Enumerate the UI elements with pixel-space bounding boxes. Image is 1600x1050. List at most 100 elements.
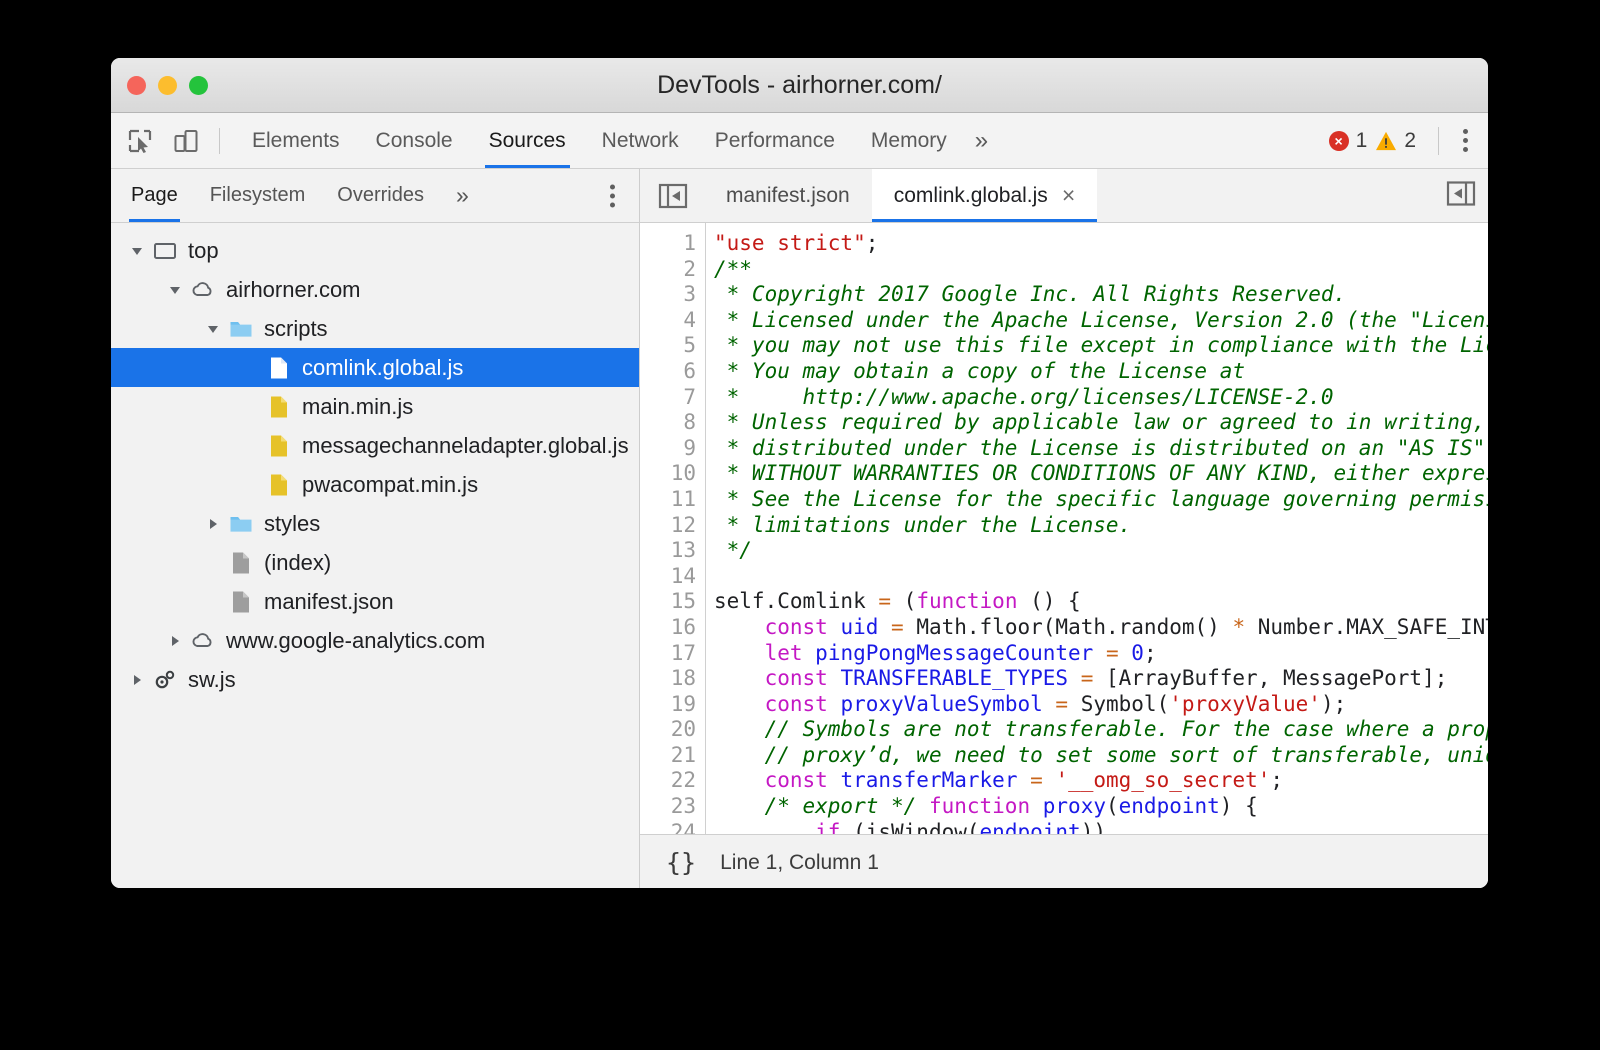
code-line[interactable]: */ bbox=[714, 538, 1488, 564]
line-number: 8 bbox=[640, 410, 696, 436]
code-token: Math.floor(Math.random() bbox=[904, 615, 1233, 639]
code-line[interactable]: * distributed under the License is distr… bbox=[714, 436, 1488, 462]
navigator-kebab-menu-icon[interactable] bbox=[600, 178, 625, 213]
tree-item-styles[interactable]: styles bbox=[111, 504, 639, 543]
warning-count: 2 bbox=[1404, 129, 1416, 153]
code-line[interactable]: const uid = Math.floor(Math.random() * N… bbox=[714, 615, 1488, 641]
code-token: * http://www.apache.org/licenses/LICENSE… bbox=[714, 385, 1334, 409]
pretty-print-icon[interactable]: {} bbox=[666, 848, 696, 877]
code-token: = bbox=[1055, 692, 1068, 716]
tree-item-www-google-analytics-com[interactable]: www.google-analytics.com bbox=[111, 621, 639, 660]
code-line[interactable]: * You may obtain a copy of the License a… bbox=[714, 359, 1488, 385]
tab-network[interactable]: Network bbox=[584, 113, 697, 168]
code-token: '__omg_so_secret' bbox=[1055, 768, 1270, 792]
code-token bbox=[1093, 641, 1106, 665]
kebab-menu-icon[interactable] bbox=[1453, 123, 1478, 158]
tab-console[interactable]: Console bbox=[358, 113, 471, 168]
code-line[interactable]: * Unless required by applicable law or a… bbox=[714, 410, 1488, 436]
warning-icon bbox=[1375, 131, 1397, 151]
code-line[interactable]: self.Comlink = (function () { bbox=[714, 589, 1488, 615]
code-line[interactable]: * http://www.apache.org/licenses/LICENSE… bbox=[714, 385, 1488, 411]
code-token bbox=[1119, 641, 1132, 665]
expand-sidebar-icon[interactable] bbox=[1446, 180, 1476, 211]
code-token: /* export */ bbox=[765, 794, 917, 818]
code-line[interactable]: * Licensed under the Apache License, Ver… bbox=[714, 308, 1488, 334]
nav-tab-filesystem[interactable]: Filesystem bbox=[194, 169, 322, 222]
chevron-right-icon[interactable] bbox=[203, 517, 223, 531]
tab-performance[interactable]: Performance bbox=[697, 113, 853, 168]
tab-elements[interactable]: Elements bbox=[234, 113, 358, 168]
tree-item-comlink-global-js[interactable]: comlink.global.js bbox=[111, 348, 639, 387]
file-tree[interactable]: topairhorner.comscriptscomlink.global.js… bbox=[111, 223, 639, 888]
file-white-icon bbox=[265, 355, 293, 381]
tree-item-label: main.min.js bbox=[302, 394, 413, 420]
code-line[interactable]: /** bbox=[714, 257, 1488, 283]
close-tab-icon[interactable]: × bbox=[1062, 182, 1075, 209]
code-line[interactable]: let pingPongMessageCounter = 0; bbox=[714, 641, 1488, 667]
tree-item-scripts[interactable]: scripts bbox=[111, 309, 639, 348]
code-line[interactable]: "use strict"; bbox=[714, 231, 1488, 257]
tree-item-sw-js[interactable]: sw.js bbox=[111, 660, 639, 699]
twisty-placeholder bbox=[241, 400, 261, 414]
code-line[interactable]: * See the License for the specific langu… bbox=[714, 487, 1488, 513]
tree-item-main-min-js[interactable]: main.min.js bbox=[111, 387, 639, 426]
code-line[interactable]: * WITHOUT WARRANTIES OR CONDITIONS OF AN… bbox=[714, 461, 1488, 487]
code-line[interactable]: const transferMarker = '__omg_so_secret'… bbox=[714, 768, 1488, 794]
tree-item-index[interactable]: (index) bbox=[111, 543, 639, 582]
line-number: 9 bbox=[640, 436, 696, 462]
source-code-text[interactable]: "use strict";/** * Copyright 2017 Google… bbox=[706, 223, 1488, 834]
cursor-position-label: Line 1, Column 1 bbox=[720, 851, 879, 875]
tree-item-manifest-json[interactable]: manifest.json bbox=[111, 582, 639, 621]
warning-counter[interactable]: 2 bbox=[1375, 129, 1416, 153]
chevron-down-icon[interactable] bbox=[203, 322, 223, 336]
tab-memory[interactable]: Memory bbox=[853, 113, 965, 168]
line-number: 20 bbox=[640, 717, 696, 743]
nav-tab-overrides[interactable]: Overrides bbox=[321, 169, 440, 222]
device-toggle-icon[interactable] bbox=[169, 124, 203, 158]
code-line[interactable]: * you may not use this file except in co… bbox=[714, 333, 1488, 359]
tab-sources[interactable]: Sources bbox=[471, 113, 584, 168]
inspect-cursor-icon[interactable] bbox=[123, 124, 157, 158]
editor-tab-comlink-global-js[interactable]: comlink.global.js × bbox=[872, 169, 1098, 222]
code-token: ); bbox=[1321, 692, 1346, 716]
line-number: 13 bbox=[640, 538, 696, 564]
more-panels-chevron-icon[interactable]: » bbox=[965, 113, 998, 168]
line-number: 4 bbox=[640, 308, 696, 334]
chevron-right-icon[interactable] bbox=[127, 673, 147, 687]
tree-item-airhorner-com[interactable]: airhorner.com bbox=[111, 270, 639, 309]
line-number: 12 bbox=[640, 513, 696, 539]
source-code-viewer[interactable]: 123456789101112131415161718192021222324 … bbox=[640, 223, 1488, 834]
code-line[interactable]: if (isWindow(endpoint)) bbox=[714, 820, 1488, 834]
code-token: Number.MAX_SAFE_INTEGER); bbox=[1245, 615, 1488, 639]
code-line[interactable]: // proxy’d, we need to set some sort of … bbox=[714, 743, 1488, 769]
line-number: 11 bbox=[640, 487, 696, 513]
chevron-down-icon[interactable] bbox=[165, 283, 185, 297]
tree-item-pwacompat-min-js[interactable]: pwacompat.min.js bbox=[111, 465, 639, 504]
code-line[interactable]: const TRANSFERABLE_TYPES = [ArrayBuffer,… bbox=[714, 666, 1488, 692]
twisty-placeholder bbox=[241, 361, 261, 375]
code-line[interactable]: /* export */ function proxy(endpoint) { bbox=[714, 794, 1488, 820]
error-icon: × bbox=[1329, 131, 1349, 151]
code-token: * bbox=[1232, 615, 1245, 639]
chevron-right-icon[interactable] bbox=[165, 634, 185, 648]
code-line[interactable]: * Copyright 2017 Google Inc. All Rights … bbox=[714, 282, 1488, 308]
nav-tab-page[interactable]: Page bbox=[111, 169, 194, 222]
chevron-down-icon[interactable] bbox=[127, 244, 147, 258]
file-grey-icon bbox=[227, 550, 255, 576]
editor-tab-label: manifest.json bbox=[726, 184, 850, 208]
error-counter[interactable]: × 1 bbox=[1329, 129, 1368, 153]
tree-item-messagechanneladapter-global-js[interactable]: messagechanneladapter.global.js bbox=[111, 426, 639, 465]
code-token: * See the License for the specific langu… bbox=[714, 487, 1488, 511]
editor-tab-manifest-json[interactable]: manifest.json bbox=[704, 169, 872, 222]
code-line[interactable]: const proxyValueSymbol = Symbol('proxyVa… bbox=[714, 692, 1488, 718]
tree-item-top[interactable]: top bbox=[111, 231, 639, 270]
more-nav-tabs-chevron-icon[interactable]: » bbox=[440, 169, 485, 222]
code-line[interactable] bbox=[714, 564, 1488, 590]
line-number: 19 bbox=[640, 692, 696, 718]
code-line[interactable]: * limitations under the License. bbox=[714, 513, 1488, 539]
editor-status-bar: {} Line 1, Column 1 bbox=[640, 834, 1488, 888]
line-number: 10 bbox=[640, 461, 696, 487]
collapse-sidebar-icon[interactable] bbox=[656, 179, 690, 213]
code-token: const bbox=[765, 615, 828, 639]
code-line[interactable]: // Symbols are not transferable. For the… bbox=[714, 717, 1488, 743]
